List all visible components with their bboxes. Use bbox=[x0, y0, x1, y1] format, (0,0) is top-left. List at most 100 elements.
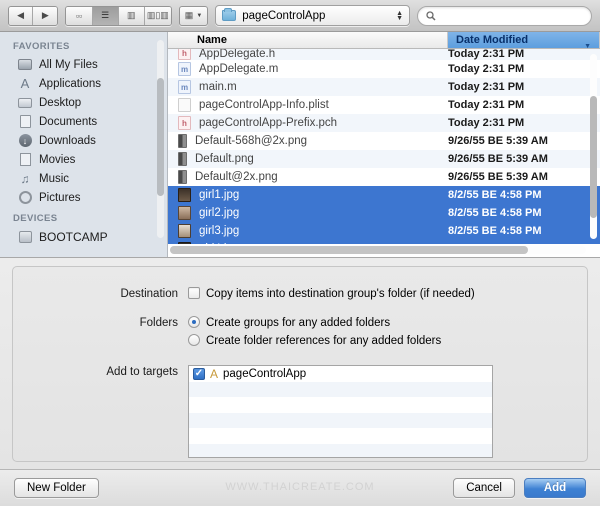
file-name: AppDelegate.m bbox=[199, 63, 279, 75]
file-list-horizontal-scrollbar[interactable] bbox=[170, 246, 586, 254]
file-date: 9/26/55 BE 5:39 AM bbox=[448, 135, 548, 147]
sidebar-item-movies[interactable]: Movies bbox=[0, 150, 167, 169]
sidebar-item-label: Desktop bbox=[39, 96, 82, 109]
sidebar-item-music[interactable]: ♫ Music bbox=[0, 169, 167, 188]
m-file-icon: m bbox=[178, 62, 191, 76]
create-folder-refs-radio-row[interactable]: Create folder references for any added f… bbox=[188, 334, 587, 349]
search-field[interactable] bbox=[417, 5, 592, 26]
list-view-button[interactable]: ☰ bbox=[92, 6, 119, 25]
add-to-targets-label: Add to targets bbox=[106, 366, 178, 378]
downloads-icon: ↓ bbox=[18, 134, 32, 148]
folders-label: Folders bbox=[139, 317, 178, 329]
file-name: Default@2x.png bbox=[195, 171, 278, 183]
destination-row: Destination Copy items into destination … bbox=[13, 287, 587, 302]
column-header-name[interactable]: Name bbox=[168, 32, 448, 48]
add-button[interactable]: Add bbox=[524, 478, 586, 498]
search-input[interactable] bbox=[441, 9, 583, 22]
sidebar-item-documents[interactable]: Documents bbox=[0, 112, 167, 131]
all-my-files-icon bbox=[18, 58, 32, 72]
table-row[interactable]: Default.png 9/26/55 BE 5:39 AM bbox=[168, 150, 600, 168]
table-row[interactable]: m main.m Today 2:31 PM bbox=[168, 78, 600, 96]
sidebar-section-devices-title: DEVICES bbox=[13, 213, 58, 224]
disk-icon bbox=[18, 230, 32, 244]
file-name: AppDelegate.h bbox=[199, 49, 276, 60]
sidebar: FAVORITES All My Files A Applications De… bbox=[0, 32, 168, 257]
path-popup-button[interactable]: pageControlApp ▲ ▼ bbox=[215, 5, 410, 26]
cancel-button[interactable]: Cancel bbox=[453, 478, 515, 498]
file-date: 8/2/55 BE 4:58 PM bbox=[448, 207, 542, 219]
sidebar-scrollbar-thumb[interactable] bbox=[157, 78, 164, 196]
table-row[interactable]: girl2.jpg 8/2/55 BE 4:58 PM bbox=[168, 204, 600, 222]
h-file-icon: h bbox=[178, 116, 191, 130]
table-row[interactable]: Default@2x.png 9/26/55 BE 5:39 AM bbox=[168, 168, 600, 186]
list-item bbox=[189, 443, 492, 457]
file-name: pageControlApp-Info.plist bbox=[199, 99, 329, 111]
jpg-thumb-icon bbox=[178, 188, 191, 202]
sidebar-item-bootcamp[interactable]: BOOTCAMP bbox=[0, 227, 167, 246]
table-row[interactable]: Default-568h@2x.png 9/26/55 BE 5:39 AM bbox=[168, 132, 600, 150]
jpg-thumb-icon bbox=[178, 206, 191, 220]
sidebar-item-applications[interactable]: A Applications bbox=[0, 74, 167, 93]
dialog-footer: New Folder Cancel Add WWW.THAICREATE.COM bbox=[0, 469, 600, 506]
view-mode-buttons: ▫▫ ☰ ▥ ▥▯▥ bbox=[65, 5, 172, 26]
destination-label: Destination bbox=[120, 288, 178, 300]
file-date: Today 2:31 PM bbox=[448, 49, 525, 60]
chevron-down-icon: ▼ bbox=[196, 12, 203, 19]
stepper-icon: ▲ ▼ bbox=[396, 9, 403, 22]
sidebar-item-downloads[interactable]: ↓ Downloads bbox=[0, 131, 167, 150]
sidebar-item-desktop[interactable]: Desktop bbox=[0, 93, 167, 112]
sidebar-item-label: Music bbox=[39, 172, 70, 185]
copy-items-label: Copy items into destination group's fold… bbox=[206, 288, 475, 300]
vertical-scrollbar-thumb[interactable] bbox=[590, 96, 597, 218]
new-folder-button[interactable]: New Folder bbox=[14, 478, 99, 498]
sidebar-scrollbar[interactable] bbox=[157, 40, 164, 238]
back-arrow-icon: ◀ bbox=[17, 10, 25, 20]
table-row[interactable]: m AppDelegate.m Today 2:31 PM bbox=[168, 60, 600, 78]
file-list-vertical-scrollbar[interactable] bbox=[590, 54, 597, 239]
file-list-rows: h AppDelegate.h Today 2:31 PM m AppDeleg… bbox=[168, 49, 600, 244]
icon-view-button[interactable]: ▫▫ bbox=[66, 6, 93, 25]
sidebar-item-label: BOOTCAMP bbox=[39, 229, 108, 244]
file-name: Default-568h@2x.png bbox=[195, 135, 308, 147]
pictures-icon bbox=[18, 191, 32, 205]
copy-items-checkbox-row[interactable]: Copy items into destination group's fold… bbox=[188, 287, 587, 302]
column-view-icon: ▥ bbox=[126, 10, 136, 20]
file-date: 9/26/55 BE 5:39 AM bbox=[448, 153, 548, 165]
sidebar-item-pictures[interactable]: Pictures bbox=[0, 188, 167, 207]
table-row[interactable]: girl1.jpg 8/2/55 BE 4:58 PM bbox=[168, 186, 600, 204]
list-view-icon: ☰ bbox=[101, 10, 110, 20]
create-folder-refs-radio[interactable] bbox=[188, 334, 200, 346]
forward-button[interactable]: ▶ bbox=[33, 6, 58, 25]
folders-row: Folders Create groups for any added fold… bbox=[13, 316, 587, 349]
target-checkbox[interactable]: ✓ bbox=[193, 367, 205, 380]
copy-items-checkbox[interactable] bbox=[188, 287, 200, 299]
create-groups-radio-row[interactable]: Create groups for any added folders bbox=[188, 316, 587, 331]
sidebar-item-all-my-files[interactable]: All My Files bbox=[0, 55, 167, 74]
folder-icon bbox=[222, 8, 237, 21]
search-icon bbox=[426, 10, 436, 21]
arrange-by-button[interactable]: ▦ ▼ bbox=[178, 5, 209, 26]
file-date: Today 2:31 PM bbox=[448, 117, 525, 129]
column-header-date-label: Date Modified bbox=[456, 34, 529, 46]
create-groups-radio[interactable] bbox=[188, 316, 200, 328]
options-group-box: Destination Copy items into destination … bbox=[12, 266, 588, 462]
back-button[interactable]: ◀ bbox=[9, 6, 34, 25]
table-row[interactable]: h pageControlApp-Prefix.pch Today 2:31 P… bbox=[168, 114, 600, 132]
sidebar-item-label: Movies bbox=[39, 153, 76, 166]
file-name: girl4.jpg bbox=[191, 243, 448, 244]
column-view-button[interactable]: ▥ bbox=[118, 6, 145, 25]
file-date: 8/2/55 BE 4:58 PM bbox=[448, 189, 542, 201]
list-item[interactable]: ✓ A pageControlApp bbox=[189, 366, 492, 382]
file-list: Name Date Modified ▼ h AppDelegate.h Tod… bbox=[168, 32, 600, 257]
jpg-thumb-icon bbox=[178, 242, 191, 244]
table-row[interactable]: girl4.jpg 8/2/55 BE 4:57 PM bbox=[168, 240, 600, 244]
table-row[interactable]: h AppDelegate.h Today 2:31 PM bbox=[168, 49, 600, 60]
file-name: pageControlApp-Prefix.pch bbox=[199, 117, 338, 129]
file-date: Today 2:31 PM bbox=[448, 63, 525, 75]
targets-list[interactable]: ✓ A pageControlApp bbox=[188, 365, 493, 458]
horizontal-scrollbar-thumb[interactable] bbox=[170, 246, 528, 254]
table-row[interactable]: pageControlApp-Info.plist Today 2:31 PM bbox=[168, 96, 600, 114]
coverflow-view-button[interactable]: ▥▯▥ bbox=[144, 6, 171, 25]
column-header-date-modified[interactable]: Date Modified ▼ bbox=[448, 32, 600, 50]
table-row[interactable]: girl3.jpg 8/2/55 BE 4:58 PM bbox=[168, 222, 600, 240]
